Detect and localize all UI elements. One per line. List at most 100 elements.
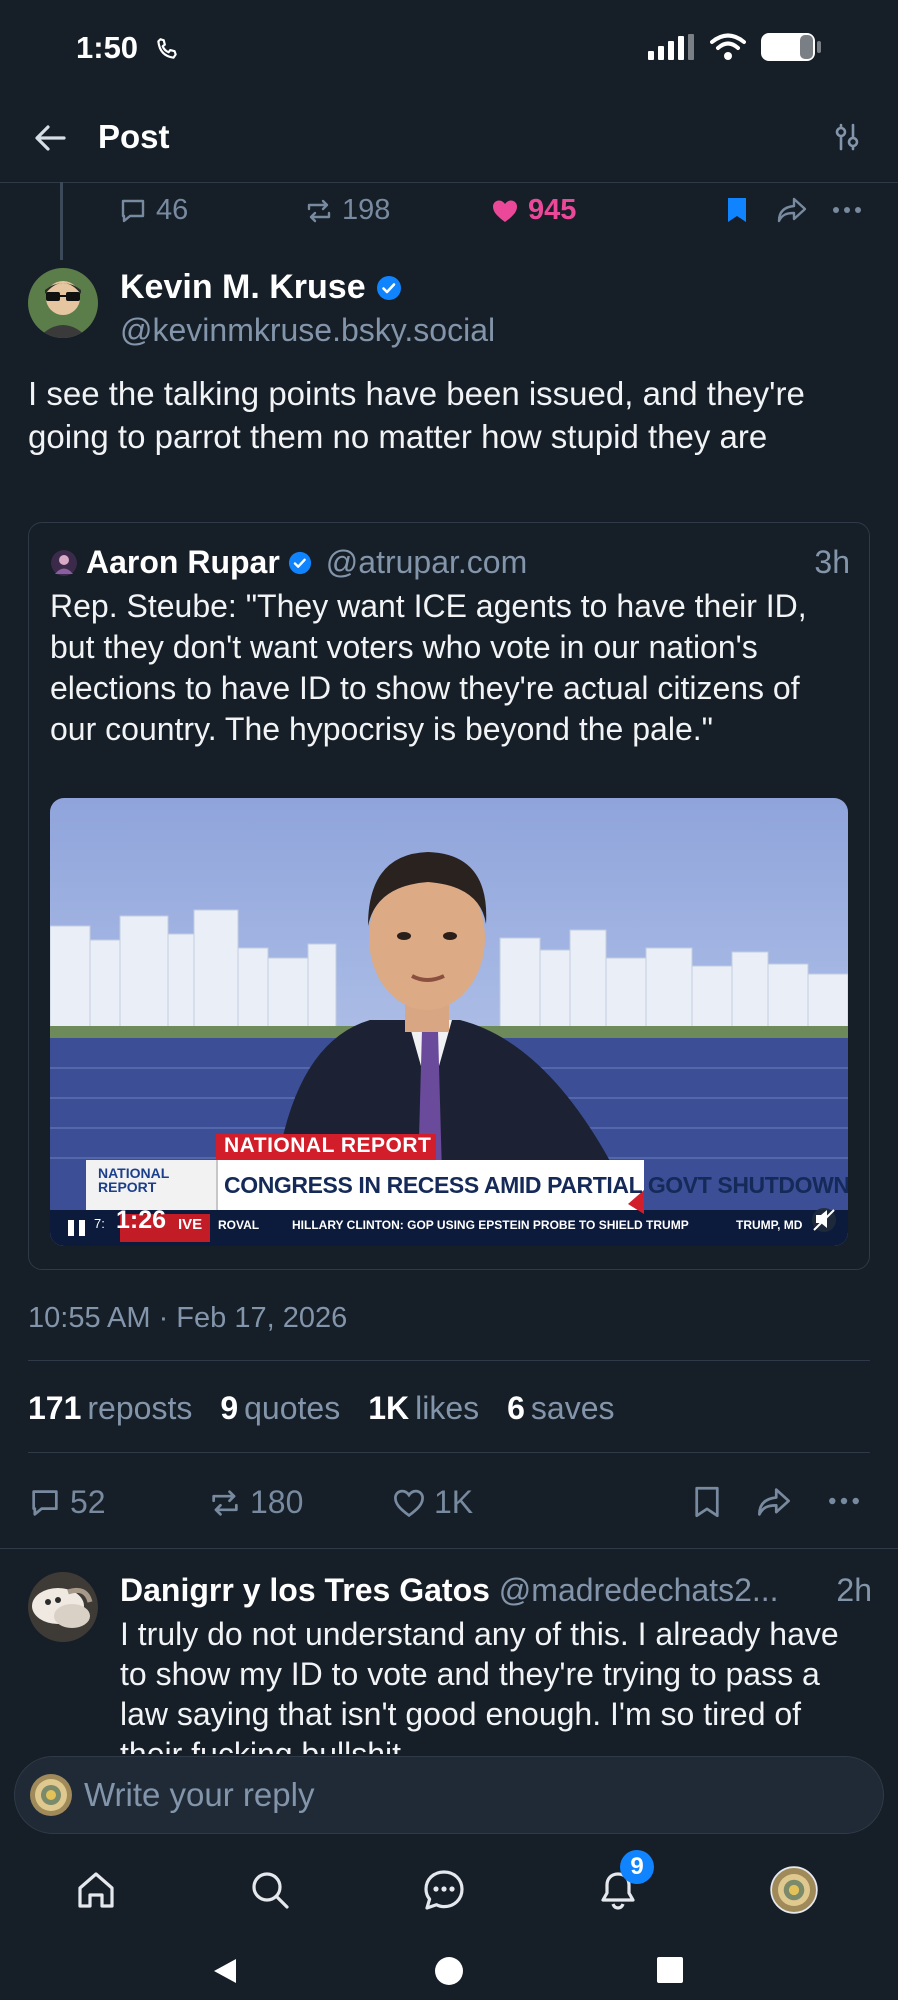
quote-author-avatar: [51, 549, 77, 576]
quote-author-handle: @atrupar.com: [325, 544, 528, 580]
bookmark-button[interactable]: [692, 1486, 722, 1518]
header-divider: [0, 182, 898, 183]
reply-author-avatar[interactable]: [28, 1572, 98, 1642]
parent-repost-count: 198: [342, 194, 391, 226]
page-title: Post: [98, 118, 170, 155]
battery-icon: [760, 32, 822, 62]
channel-logo-bottom: REPORT: [98, 1179, 157, 1195]
chyron-headline: CONGRESS IN RECESS AMID PARTIAL GOVT SHU…: [224, 1172, 848, 1198]
nav-profile[interactable]: [766, 1862, 822, 1918]
author-handle[interactable]: @kevinmkruse.bsky.social: [120, 312, 495, 349]
triangle-back-icon: [214, 1959, 236, 1983]
parent-share-button[interactable]: [776, 196, 808, 224]
video-clock: 7:: [94, 1216, 105, 1231]
like-count: 1K: [434, 1484, 474, 1520]
reply-author-name: Danigrr y los Tres Gatos: [120, 1572, 490, 1608]
video-duration: 1:26: [116, 1206, 167, 1234]
quote-author-row[interactable]: Aaron Rupar @atrupar.com: [50, 544, 527, 581]
chyron-label: NATIONAL REPORT: [224, 1134, 432, 1157]
my-avatar: [30, 1774, 72, 1816]
parent-repost-button[interactable]: 198: [304, 194, 390, 227]
nav-home[interactable]: [68, 1862, 124, 1918]
quote-time: 3h: [814, 544, 850, 580]
stats-divider-top: [28, 1360, 870, 1361]
quote-author-name: Aaron Rupar: [86, 544, 280, 580]
wifi-call-icon: [154, 36, 180, 62]
ticker-text: HILLARY CLINTON: GOP USING EPSTEIN PROBE…: [292, 1218, 689, 1232]
chat-icon: [424, 1870, 464, 1910]
signal-icon: [648, 34, 696, 60]
square-recents-icon: [657, 1957, 683, 1983]
stats-divider-bottom: [28, 1452, 870, 1453]
more-icon: [829, 1497, 859, 1505]
saves-count: 6: [507, 1390, 525, 1426]
home-icon: [78, 1872, 114, 1908]
system-home-button[interactable]: [434, 1956, 464, 1986]
reply-input-placeholder[interactable]: Write your reply: [84, 1776, 314, 1814]
likes-stat[interactable]: 1K likes: [368, 1390, 479, 1427]
share-icon: [758, 1488, 790, 1516]
back-button[interactable]: [30, 118, 70, 158]
parent-like-button[interactable]: 945: [490, 194, 576, 227]
reply-text: I truly do not understand any of this. I…: [120, 1616, 839, 1754]
likes-label: likes: [415, 1390, 480, 1426]
author-avatar[interactable]: [28, 268, 98, 338]
mute-button[interactable]: [808, 1204, 842, 1238]
author-name: Kevin M. Kruse: [120, 268, 366, 306]
author-name-row[interactable]: Kevin M. Kruse: [120, 268, 402, 307]
quotes-stat[interactable]: 9 quotes: [220, 1390, 340, 1427]
live-label: IVE: [178, 1216, 203, 1233]
engagement-stats: 171 reposts 9 quotes 1K likes 6 saves: [28, 1390, 615, 1427]
share-icon: [777, 197, 807, 223]
arrow-left-icon: [35, 125, 66, 151]
nav-chat[interactable]: [416, 1862, 472, 1918]
repost-icon: [212, 1489, 238, 1516]
post-text: I see the talking points have been issue…: [28, 375, 805, 455]
likes-count: 1K: [368, 1390, 410, 1426]
search-icon: [252, 1872, 289, 1909]
saves-label: saves: [530, 1390, 615, 1426]
reply-button[interactable]: 52: [28, 1484, 106, 1521]
circle-home-icon: [435, 1957, 463, 1985]
more-button[interactable]: [828, 1496, 860, 1506]
parent-reply-button[interactable]: 46: [118, 194, 188, 227]
reply-icon: [32, 1489, 58, 1516]
profile-avatar: [770, 1866, 818, 1914]
heart-filled-icon: [493, 200, 517, 222]
share-button[interactable]: [756, 1486, 792, 1518]
nav-search[interactable]: [242, 1862, 298, 1918]
reposts-count: 171: [28, 1390, 82, 1426]
reposts-stat[interactable]: 171 reposts: [28, 1390, 192, 1427]
verified-icon: [376, 275, 401, 300]
bookmark-icon: [695, 1486, 719, 1518]
channel-logo: NATIONAL REPORT: [98, 1166, 169, 1194]
system-recents-button[interactable]: [656, 1956, 684, 1984]
post-divider: [0, 1548, 898, 1549]
reposts-label: reposts: [87, 1390, 193, 1426]
repost-count: 180: [250, 1484, 304, 1520]
saves-stat[interactable]: 6 saves: [507, 1390, 614, 1427]
repost-icon: [307, 199, 331, 222]
pause-button[interactable]: [60, 1210, 94, 1246]
heart-icon: [394, 1489, 424, 1517]
bookmark-filled-icon: [728, 198, 746, 222]
system-nav-bar: [0, 1940, 898, 2000]
thread-options-button[interactable]: [832, 122, 862, 152]
like-button[interactable]: 1K: [392, 1484, 473, 1521]
sliders-icon: [835, 123, 859, 151]
more-icon: [833, 207, 861, 213]
reply-time: 2h: [832, 1572, 872, 1609]
quotes-label: quotes: [244, 1390, 341, 1426]
wifi-icon: [710, 33, 746, 61]
channel-logo-top: NATIONAL: [98, 1165, 170, 1181]
status-time: 1:50: [76, 30, 139, 65]
reply-author-handle: @madredechats2...: [498, 1572, 779, 1608]
post-timestamp: 10:55 AM · Feb 17, 2026: [28, 1302, 348, 1334]
repost-button[interactable]: 180: [208, 1484, 303, 1521]
parent-more-button[interactable]: [832, 206, 862, 214]
quote-video[interactable]: NATIONAL REPORT CONGRESS IN RECESS AMID …: [50, 798, 848, 1246]
system-back-button[interactable]: [210, 1956, 240, 1986]
reply-count: 52: [70, 1484, 106, 1520]
parent-bookmark-button[interactable]: [724, 196, 750, 224]
reply-author-row[interactable]: Danigrr y los Tres Gatos @madredechats2.…: [120, 1572, 872, 1609]
